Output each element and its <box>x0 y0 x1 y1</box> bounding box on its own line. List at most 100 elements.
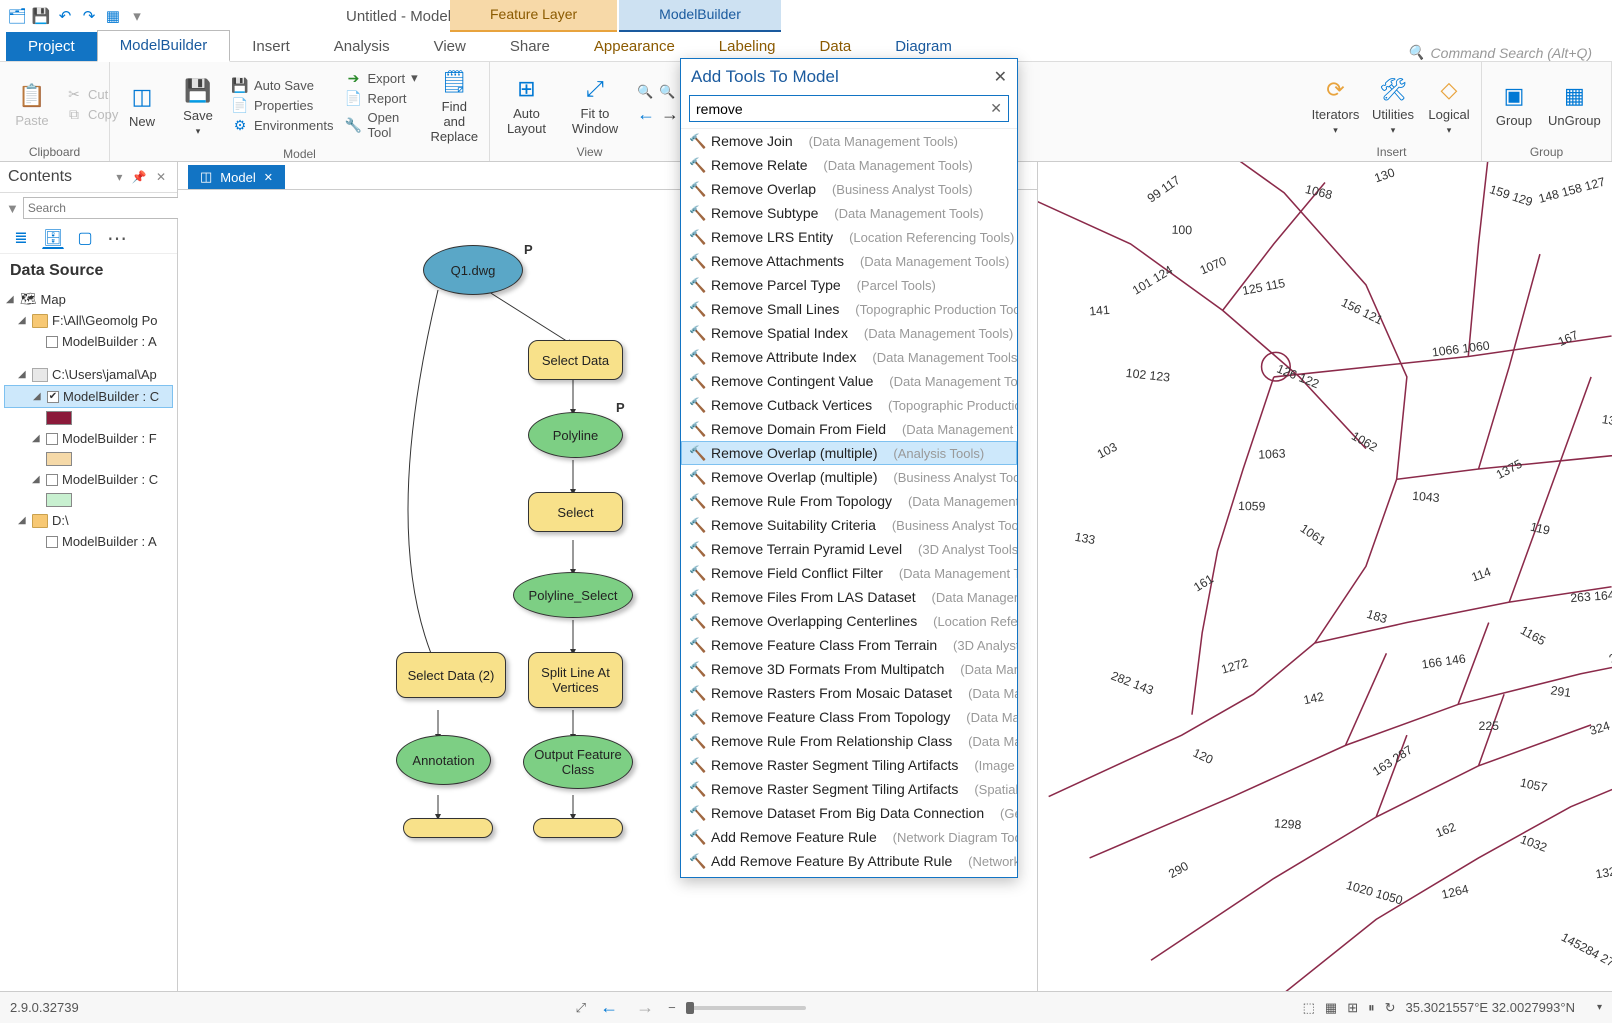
list-by-drawing-icon[interactable]: ≣ <box>10 227 32 249</box>
tool-result-row[interactable]: 🔨Remove Feature Class From Topology (Dat… <box>681 705 1017 729</box>
map-view[interactable]: 99 117100101 124102 12310313310701068130… <box>1038 162 1612 991</box>
tool-result-row[interactable]: 🔨Remove Join (Data Management Tools) <box>681 129 1017 153</box>
tool-result-row[interactable]: 🔨Remove Overlap (Business Analyst Tools) <box>681 177 1017 201</box>
tool-result-row[interactable]: 🔨Remove Domain From Field (Data Manageme… <box>681 417 1017 441</box>
coord-dropdown-icon[interactable]: ▾ <box>1597 1002 1602 1013</box>
list-by-selection-icon[interactable]: ▢ <box>74 227 96 249</box>
node-annotation[interactable]: Annotation <box>396 735 491 785</box>
tool-result-row[interactable]: 🔨Remove Parcel Type (Parcel Tools) <box>681 273 1017 297</box>
tool-result-row[interactable]: 🔨Remove Rasters From Mosaic Dataset (Dat… <box>681 681 1017 705</box>
node-partial-2[interactable] <box>403 818 493 838</box>
tool-result-row[interactable]: 🔨Remove Feature Class From Terrain (3D A… <box>681 633 1017 657</box>
refresh-icon[interactable]: ↻ <box>1385 1000 1396 1016</box>
node-q1-dwg[interactable]: Q1.dwg <box>423 245 523 295</box>
prev-extent-icon[interactable]: ← <box>596 997 622 1018</box>
tool-result-row[interactable]: 🔨Remove Attribute Index (Data Management… <box>681 345 1017 369</box>
tool-result-row[interactable]: 🔨Remove Rule From Topology (Data Managem… <box>681 489 1017 513</box>
tool-result-row[interactable]: 🔨Remove Overlapping Centerlines (Locatio… <box>681 609 1017 633</box>
qat-save-icon[interactable]: 💾 <box>32 7 50 25</box>
tool-result-row[interactable]: 🔨Remove Overlap (multiple) (Analysis Too… <box>681 441 1017 465</box>
tool-result-row[interactable]: 🔨Remove Suitability Criteria (Business A… <box>681 513 1017 537</box>
tool-result-row[interactable]: 🔨Remove Relate (Data Management Tools) <box>681 153 1017 177</box>
node-output-fc[interactable]: Output Feature Class <box>523 735 633 789</box>
next-extent-icon[interactable]: → <box>632 997 658 1018</box>
tab-modelbuilder[interactable]: ModelBuilder <box>97 30 231 62</box>
selection-tool-icon[interactable]: ⬚ <box>1303 1000 1315 1016</box>
tool-result-row[interactable]: 🔨Remove Contingent Value (Data Managemen… <box>681 369 1017 393</box>
environments-button[interactable]: ⚙Environments <box>232 117 333 133</box>
tool-result-row[interactable]: 🔨Remove Cutback Vertices (Topographic Pr… <box>681 393 1017 417</box>
tool-result-row[interactable]: 🔨Remove Small Lines (Topographic Product… <box>681 297 1017 321</box>
export-button[interactable]: ➔Export ▾ <box>345 70 417 86</box>
node-select[interactable]: Select <box>528 492 623 532</box>
utilities-button[interactable]: 🛠Utilities▾ <box>1371 74 1415 135</box>
tool-result-row[interactable]: 🔨Remove Spatial Index (Data Management T… <box>681 321 1017 345</box>
command-search[interactable]: 🔍 Command Search (Alt+Q) <box>1407 44 1592 61</box>
tool-result-row[interactable]: 🔨Remove LRS Entity (Location Referencing… <box>681 225 1017 249</box>
zoomin-icon[interactable]: 🔍 <box>637 84 653 100</box>
tool-result-row[interactable]: 🔨Remove Rule From Relationship Class (Da… <box>681 729 1017 753</box>
node-partial[interactable] <box>533 818 623 838</box>
ungroup-button[interactable]: ▦UnGroup <box>1548 80 1601 129</box>
tab-diagram[interactable]: Diagram <box>873 32 974 61</box>
clear-icon[interactable]: ✕ <box>990 100 1002 117</box>
popup-results-list[interactable]: 🔨Remove Join (Data Management Tools)🔨Rem… <box>681 128 1017 877</box>
logical-button[interactable]: ◇Logical▾ <box>1427 74 1471 135</box>
tool-result-row[interactable]: 🔨Remove 3D Formats From Multipatch (Data… <box>681 657 1017 681</box>
checkbox[interactable] <box>46 433 58 445</box>
pause-icon[interactable]: ⏸ <box>1368 1000 1375 1016</box>
tool-result-row[interactable]: 🔨Remove Dataset From Big Data Connection… <box>681 801 1017 825</box>
more-icon[interactable]: ⋯ <box>106 227 128 249</box>
tool-result-row[interactable]: 🔨Remove Files From LAS Dataset (Data Man… <box>681 585 1017 609</box>
node-select-data-2[interactable]: Select Data (2) <box>396 652 506 698</box>
popup-search-input[interactable] <box>696 101 990 117</box>
qat-undo-icon[interactable]: ↶ <box>56 7 74 25</box>
qat-project-icon[interactable]: ▦ <box>104 7 122 25</box>
tab-appearance[interactable]: Appearance <box>572 32 697 61</box>
checkbox[interactable] <box>46 336 58 348</box>
tab-project[interactable]: Project <box>6 32 97 61</box>
context-tab-modelbuilder[interactable]: ModelBuilder <box>619 0 781 32</box>
new-button[interactable]: ◫New <box>120 81 164 130</box>
node-polyline-select[interactable]: Polyline_Select <box>513 572 633 618</box>
tool-result-row[interactable]: 🔨Remove Raster Segment Tiling Artifacts … <box>681 753 1017 777</box>
tool-result-row[interactable]: 🔨Remove Terrain Pyramid Level (3D Analys… <box>681 537 1017 561</box>
tab-share[interactable]: Share <box>488 32 572 61</box>
qat-open-icon[interactable]: 🗂 <box>8 7 26 25</box>
tab-insert[interactable]: Insert <box>230 32 312 61</box>
tab-analysis[interactable]: Analysis <box>312 32 412 61</box>
selected-tree-item[interactable]: ◢✔ModelBuilder : C <box>4 385 173 408</box>
checkbox[interactable]: ✔ <box>47 391 59 403</box>
node-split-line[interactable]: Split Line At Vertices <box>528 652 623 708</box>
tool-result-row[interactable]: 🔨Remove Overlap (multiple) (Business Ana… <box>681 465 1017 489</box>
node-select-data[interactable]: Select Data <box>528 340 623 380</box>
nav-prev-icon[interactable]: ← <box>637 104 655 125</box>
autolayout-button[interactable]: ⊞Auto Layout <box>500 73 553 137</box>
tab-data[interactable]: Data <box>798 32 874 61</box>
tool-result-row[interactable]: 🔨Add Remove Feature Rule (Network Diagra… <box>681 825 1017 849</box>
filter-icon[interactable]: ▼ <box>6 201 19 216</box>
fit-icon[interactable]: ⤢ <box>576 1000 586 1016</box>
close-tab-icon[interactable]: ✕ <box>264 171 273 184</box>
node-polyline[interactable]: Polyline <box>528 412 623 458</box>
document-tab-model[interactable]: ◫ Model ✕ <box>188 165 285 189</box>
tool-result-row[interactable]: 🔨Remove Attachments (Data Management Too… <box>681 249 1017 273</box>
pane-controls[interactable]: ▾ 📌 ✕ <box>116 170 169 184</box>
properties-button[interactable]: 📄Properties <box>232 97 333 113</box>
autosave-button[interactable]: 💾Auto Save <box>232 77 333 93</box>
qat-dropdown-icon[interactable]: ▾ <box>128 7 146 25</box>
checkbox[interactable] <box>46 474 58 486</box>
iterators-button[interactable]: ⟳Iterators▾ <box>1312 74 1359 135</box>
zoomout-icon[interactable]: 🔍 <box>659 84 675 100</box>
checkbox[interactable] <box>46 536 58 548</box>
tab-labeling[interactable]: Labeling <box>697 32 798 61</box>
tool-result-row[interactable]: 🔨Remove Raster Segment Tiling Artifacts … <box>681 777 1017 801</box>
tool-result-row[interactable]: 🔨Remove Field Conflict Filter (Data Mana… <box>681 561 1017 585</box>
nav-next-icon[interactable]: → <box>661 104 679 125</box>
list-by-source-icon[interactable]: 🗄 <box>42 227 64 249</box>
report-button[interactable]: 📄Report <box>345 90 417 106</box>
group-button[interactable]: ▣Group <box>1492 80 1536 129</box>
fitwindow-button[interactable]: ⤢Fit to Window <box>565 73 625 137</box>
tool-result-row[interactable]: 🔨Add Remove Feature By Attribute Rule (N… <box>681 849 1017 873</box>
tab-view[interactable]: View <box>412 32 488 61</box>
